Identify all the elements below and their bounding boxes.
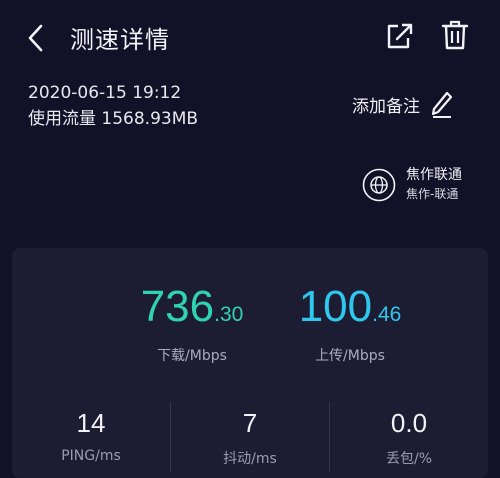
download-value: 736 xyxy=(140,282,215,331)
download-label: 下载/Mbps xyxy=(157,348,227,364)
share-icon xyxy=(387,23,413,49)
upload-speed: 100.46 上传/Mbps xyxy=(270,282,430,365)
upload-label: 上传/Mbps xyxy=(315,348,385,364)
share-button[interactable] xyxy=(384,20,414,52)
test-meta: 2020-06-15 19:12 使用流量 1568.93MB xyxy=(28,80,198,132)
traffic-used: 使用流量 1568.93MB xyxy=(28,109,199,129)
download-decimal: .30 xyxy=(214,303,244,326)
add-note-button[interactable]: 添加备注 xyxy=(352,88,454,120)
upload-decimal: .46 xyxy=(372,303,402,326)
stats-row: 14 PING/ms 7 抖动/ms 0.0 丢包/% xyxy=(12,398,488,478)
packet-loss-value: 0.0 xyxy=(390,408,428,438)
add-note-label: 添加备注 xyxy=(352,96,420,117)
stat-jitter: 7 抖动/ms xyxy=(171,398,329,468)
back-arrow-icon xyxy=(28,24,43,52)
back-button[interactable] xyxy=(22,18,52,58)
trash-icon xyxy=(441,20,469,50)
stat-packet-loss: 0.0 丢包/% xyxy=(330,398,488,468)
test-datetime: 2020-06-15 19:12 xyxy=(28,83,182,103)
isp-name: 焦作联通 xyxy=(406,167,462,183)
ping-value: 14 xyxy=(76,408,106,438)
jitter-value: 7 xyxy=(242,408,258,438)
pencil-icon xyxy=(431,91,453,118)
upload-value: 100 xyxy=(298,282,373,331)
page-title: 测速详情 xyxy=(70,26,170,54)
delete-button[interactable] xyxy=(440,18,470,52)
download-speed: 736.30 下载/Mbps xyxy=(112,282,272,365)
packet-loss-label: 丢包/% xyxy=(385,451,433,467)
jitter-label: 抖动/ms xyxy=(223,451,277,467)
stat-ping: 14 PING/ms xyxy=(12,398,170,464)
isp-info: 焦作联通 焦作-联通 xyxy=(362,166,462,204)
isp-region: 焦作-联通 xyxy=(406,187,459,201)
ping-label: PING/ms xyxy=(61,448,121,464)
result-card: 736.30 下载/Mbps 100.46 上传/Mbps 14 PING/ms… xyxy=(12,248,488,478)
globe-icon xyxy=(362,168,396,202)
top-bar: 测速详情 xyxy=(0,0,500,76)
